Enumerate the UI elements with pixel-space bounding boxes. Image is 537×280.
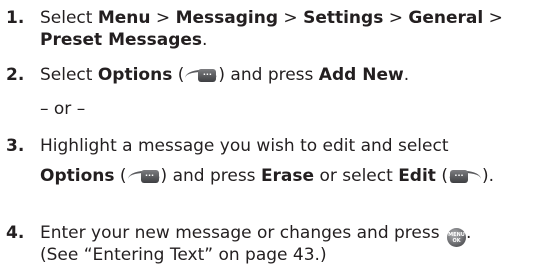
text-run: . (466, 223, 472, 243)
instructions: 1. Select Menu > Messaging > Settings > … (0, 0, 537, 280)
right-softkey-icon: ··· (127, 168, 160, 185)
menu-ok-button-icon: MENU OK (447, 228, 466, 247)
step-line: Select Menu > Messaging > Settings > Gen… (40, 7, 503, 29)
right-softkey-icon: ··· (185, 67, 218, 84)
text-run: ) and press (218, 65, 319, 85)
menu-path-item: Menu (97, 8, 151, 28)
step-number: 3. (6, 136, 25, 156)
step-text: Select Options (···) and press Add New. … (40, 64, 409, 120)
step-line: Preset Messages. (40, 29, 503, 51)
menu-path-item: General (408, 8, 484, 28)
text-run: ( (435, 166, 448, 186)
text-run: Select (40, 65, 98, 85)
step-number: 2. (6, 65, 25, 85)
options-label: Options (97, 65, 173, 85)
text-run: or select (314, 166, 399, 186)
text-run: > (150, 8, 176, 28)
text-run: ) and press (160, 166, 261, 186)
step-line: Select Options (···) and press Add New. (40, 64, 409, 86)
step-line: Highlight a message you wish to edit and… (40, 136, 449, 156)
text-run: Enter your new message or changes and pr… (40, 223, 445, 243)
text-run: ( (114, 166, 127, 186)
text-run: ( (172, 65, 185, 85)
text-run: . (202, 30, 208, 50)
text-run: > (278, 8, 304, 28)
edit-label: Edit (398, 166, 436, 186)
step-line: Options (···) and press Erase or select … (40, 165, 494, 187)
left-softkey-icon: ··· (448, 168, 481, 185)
text-run: Select (40, 8, 98, 28)
step-line: Enter your new message or changes and pr… (40, 222, 472, 247)
erase-label: Erase (260, 166, 315, 186)
menu-path-item: Messaging (175, 8, 279, 28)
step-number: 1. (6, 8, 25, 28)
step-text: Highlight a message you wish to edit and… (40, 135, 494, 187)
step-line: (See “Entering Text” on page 43.) (40, 245, 327, 265)
text-run: > (483, 8, 503, 28)
menu-path-item: Settings (303, 8, 384, 28)
step-text: Enter your new message or changes and pr… (40, 222, 471, 266)
text-run: . (403, 65, 410, 85)
options-label: Options (40, 166, 115, 186)
text-run: ). (481, 166, 495, 186)
menu-path-item: Preset Messages (40, 30, 203, 50)
step-number: 4. (6, 223, 25, 243)
step-text: Select Menu > Messaging > Settings > Gen… (40, 7, 503, 51)
add-new-label: Add New (318, 65, 404, 85)
or-separator: – or – (40, 99, 86, 119)
text-run: > (383, 8, 409, 28)
